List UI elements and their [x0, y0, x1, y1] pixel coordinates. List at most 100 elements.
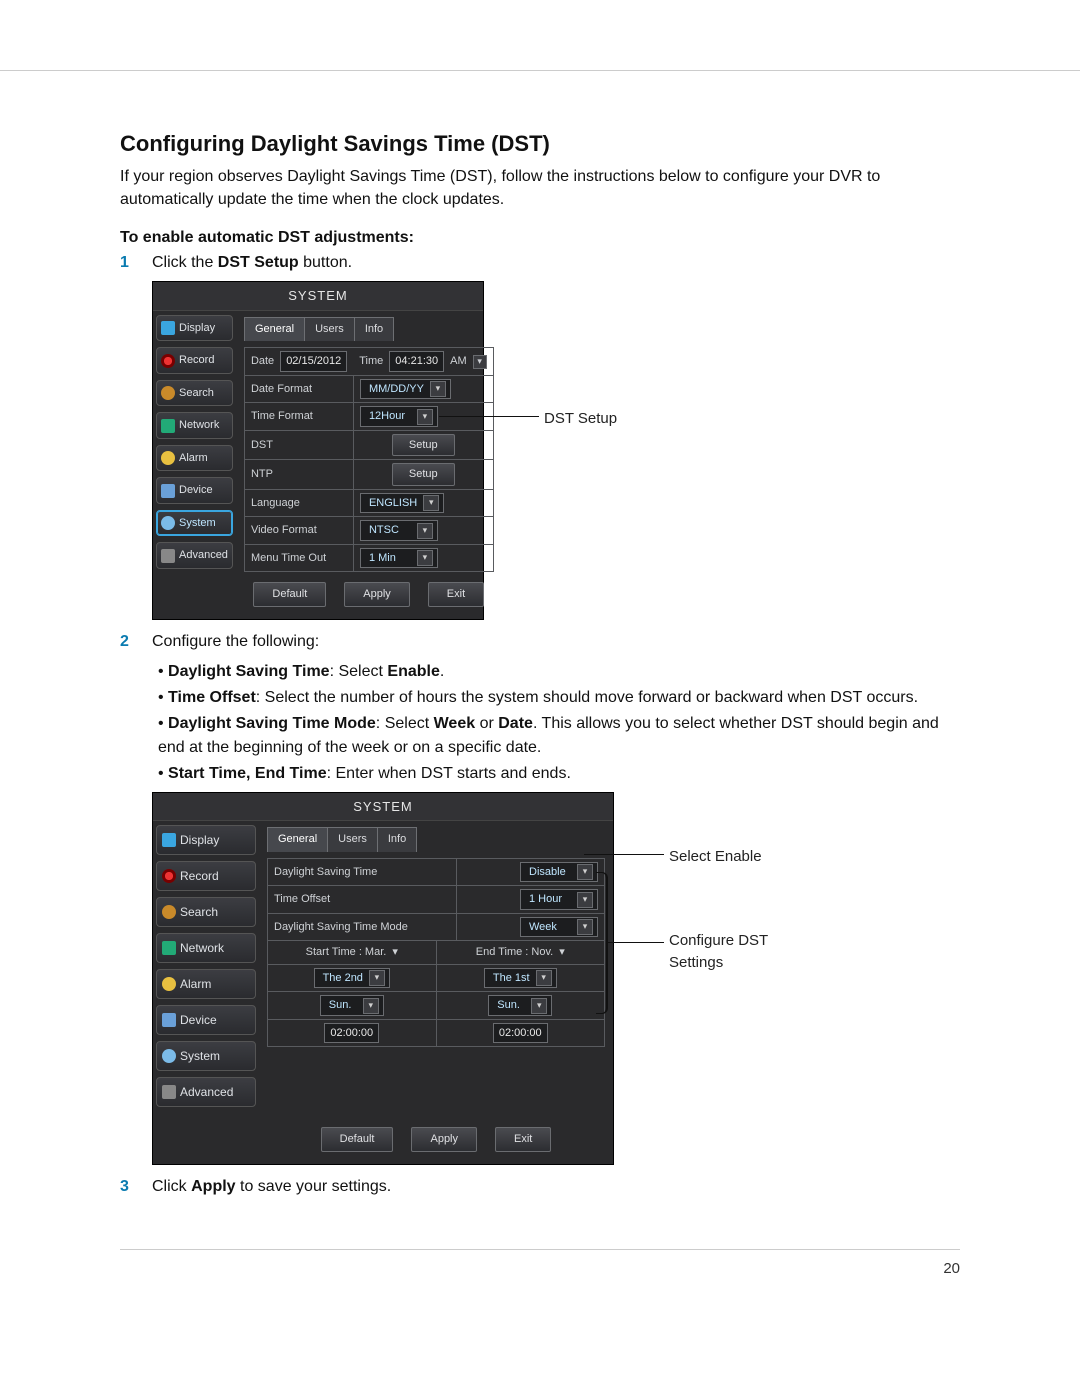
chevron-down-icon[interactable]: ▾	[392, 944, 398, 961]
sidebar-label: System	[180, 1047, 220, 1065]
sidebar-item-display[interactable]: Display	[156, 825, 256, 855]
sidebar-item-alarm[interactable]: Alarm	[156, 445, 233, 472]
tab-general[interactable]: General	[244, 317, 305, 342]
end-time-month: End Time : Nov.▾	[437, 941, 605, 964]
exit-button[interactable]: Exit	[428, 582, 484, 607]
sidebar-item-system[interactable]: System	[156, 510, 233, 537]
sidebar-label: Network	[180, 939, 224, 957]
start-ordinal-select[interactable]: The 2nd▾	[314, 968, 390, 989]
sidebar-label: Record	[179, 352, 214, 369]
sidebar-item-search[interactable]: Search	[156, 897, 256, 927]
tab-users[interactable]: Users	[327, 827, 378, 852]
bullet-mode: Daylight Saving Time Mode: Select Week o…	[158, 712, 960, 760]
exit-button[interactable]: Exit	[495, 1127, 551, 1152]
bullet-bold2: Enable	[387, 663, 439, 680]
start-hms-field[interactable]: 02:00:00	[324, 1023, 379, 1044]
dst-setup-button[interactable]: Setup	[392, 434, 455, 457]
callout-select-enable: Select Enable	[669, 846, 762, 869]
bullet-bold2: Week	[434, 715, 476, 732]
end-hms-field[interactable]: 02:00:00	[493, 1023, 548, 1044]
sidebar-item-network[interactable]: Network	[156, 933, 256, 963]
select-value: MM/DD/YY	[369, 381, 424, 398]
sidebar-item-system[interactable]: System	[156, 1041, 256, 1071]
window-title: SYSTEM	[153, 793, 613, 822]
callout-line	[584, 854, 664, 855]
sidebar-label: Search	[179, 385, 214, 402]
tab-info[interactable]: Info	[354, 317, 394, 342]
sidebar-item-network[interactable]: Network	[156, 412, 233, 439]
start-day-select[interactable]: Sun.▾	[320, 995, 384, 1016]
gear-icon	[161, 516, 175, 530]
apply-button[interactable]: Apply	[411, 1127, 477, 1152]
bullet-bold: Time Offset	[168, 689, 256, 706]
callout-line	[606, 942, 664, 943]
sidebar-item-display[interactable]: Display	[156, 315, 233, 342]
sidebar-item-advanced[interactable]: Advanced	[156, 1077, 256, 1107]
step1-text: Click the	[152, 254, 218, 271]
bullet-offset: Time Offset: Select the number of hours …	[158, 686, 960, 710]
sidebar-item-record[interactable]: Record	[156, 861, 256, 891]
date-format-select[interactable]: MM/DD/YY▾	[360, 379, 451, 400]
search-icon	[162, 905, 176, 919]
end-day-select[interactable]: Sun.▾	[488, 995, 552, 1016]
select-value: NTSC	[369, 522, 399, 539]
bullet-text: : Enter when DST starts and ends.	[327, 765, 571, 782]
chevron-down-icon[interactable]: ▾	[559, 944, 565, 961]
sidebar: Display Record Search Network Alarm Devi…	[153, 821, 259, 1164]
select-value: Disable	[529, 864, 566, 881]
time-format-select[interactable]: 12Hour▾	[360, 406, 438, 427]
dst-enable-select[interactable]: Disable▾	[520, 862, 598, 883]
select-value: 1 Min	[369, 550, 396, 567]
callout-line	[439, 416, 539, 417]
chevron-down-icon[interactable]: ▾	[473, 355, 487, 369]
ntp-setup-button[interactable]: Setup	[392, 463, 455, 486]
language-label: Language	[245, 490, 354, 517]
start-month-label: Start Time : Mar.	[306, 944, 387, 961]
bullet-dst: Daylight Saving Time: Select Enable.	[158, 660, 960, 684]
step1-text2: button.	[299, 254, 352, 271]
end-ordinal-select[interactable]: The 1st▾	[484, 968, 557, 989]
dst-mode-select[interactable]: Week▾	[520, 917, 598, 938]
tab-users[interactable]: Users	[304, 317, 355, 342]
brace-icon	[596, 872, 608, 1014]
page-content: Configuring Daylight Savings Time (DST) …	[0, 70, 1080, 1317]
chevron-down-icon: ▾	[536, 970, 552, 986]
date-field[interactable]: 02/15/2012	[280, 351, 347, 372]
sidebar-label: Device	[179, 482, 213, 499]
step-2: Configure the following: Daylight Saving…	[120, 630, 960, 1165]
sidebar-item-device[interactable]: Device	[156, 1005, 256, 1035]
start-time-month: Start Time : Mar. ▾	[268, 941, 437, 964]
intro-paragraph: If your region observes Daylight Savings…	[120, 165, 960, 211]
sidebar-item-advanced[interactable]: Advanced	[156, 542, 233, 569]
tools-icon	[162, 1085, 176, 1099]
time-format-label: Time Format	[245, 403, 354, 430]
sidebar-item-alarm[interactable]: Alarm	[156, 969, 256, 999]
sidebar-label: Advanced	[180, 1083, 233, 1101]
apply-button[interactable]: Apply	[344, 582, 410, 607]
default-button[interactable]: Default	[253, 582, 326, 607]
date-label: Date	[251, 353, 274, 370]
sidebar-item-device[interactable]: Device	[156, 477, 233, 504]
language-select[interactable]: ENGLISH▾	[360, 493, 444, 514]
tab-info[interactable]: Info	[377, 827, 417, 852]
menu-timeout-select[interactable]: 1 Min▾	[360, 548, 438, 569]
default-button[interactable]: Default	[321, 1127, 394, 1152]
bullet-bold: Daylight Saving Time Mode	[168, 715, 376, 732]
sidebar-label: Alarm	[180, 975, 211, 993]
tab-general[interactable]: General	[267, 827, 328, 852]
time-offset-label: Time Offset	[268, 886, 457, 913]
sidebar-item-search[interactable]: Search	[156, 380, 233, 407]
step-1: Click the DST Setup button. SYSTEM Displ…	[120, 251, 960, 620]
bullet-startend: Start Time, End Time: Enter when DST sta…	[158, 762, 960, 786]
bullet-bold: Daylight Saving Time	[168, 663, 330, 680]
tabs: General Users Info	[267, 827, 605, 852]
chevron-down-icon: ▾	[531, 998, 547, 1014]
sidebar-label: Device	[180, 1011, 217, 1029]
alarm-icon	[161, 451, 175, 465]
callout-dst-setup: DST Setup	[544, 408, 617, 431]
time-offset-select[interactable]: 1 Hour▾	[520, 889, 598, 910]
sidebar-item-record[interactable]: Record	[156, 347, 233, 374]
step1-bold: DST Setup	[218, 254, 299, 271]
time-field[interactable]: 04:21:30	[389, 351, 444, 372]
video-format-select[interactable]: NTSC▾	[360, 520, 438, 541]
